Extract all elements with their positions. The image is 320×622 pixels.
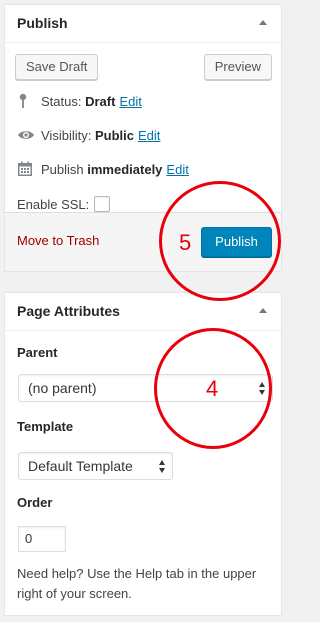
move-to-trash-link[interactable]: Move to Trash — [17, 233, 99, 248]
ssl-row: Enable SSL: — [17, 196, 111, 212]
ssl-checkbox[interactable] — [94, 196, 111, 212]
status-label: Status: — [41, 93, 82, 109]
status-row: Status: Draft Edit — [17, 93, 142, 109]
edit-visibility-link[interactable]: Edit — [138, 128, 160, 143]
major-publishing-actions: Move to Trash Publish — [5, 212, 281, 271]
collapse-arrow-icon[interactable] — [259, 308, 267, 313]
publish-box: Publish Save Draft Preview Status: Draft… — [4, 4, 282, 272]
parent-select-value: (no parent) — [28, 380, 97, 396]
template-label: Template — [17, 419, 74, 434]
edit-schedule-link[interactable]: Edit — [166, 162, 188, 177]
publish-button[interactable]: Publish — [201, 227, 272, 257]
order-input[interactable]: 0 — [18, 526, 66, 552]
page-attributes-title: Page Attributes — [17, 303, 120, 319]
collapse-arrow-icon[interactable] — [259, 20, 267, 25]
eye-icon — [17, 127, 35, 143]
preview-button[interactable]: Preview — [203, 54, 272, 80]
pin-icon — [17, 93, 35, 109]
visibility-value: Public — [94, 127, 134, 143]
order-label: Order — [17, 495, 53, 510]
page-attributes-header[interactable]: Page Attributes — [5, 293, 281, 331]
parent-select[interactable]: (no parent) — [18, 374, 273, 402]
page-attributes-box: Page Attributes Parent (no parent) Templ… — [4, 292, 282, 616]
visibility-label: Visibility: — [41, 127, 92, 143]
template-select-value: Default Template — [28, 458, 133, 474]
parent-label: Parent — [17, 345, 58, 360]
template-select[interactable]: Default Template — [18, 452, 173, 480]
calendar-icon — [17, 161, 35, 177]
publish-box-title: Publish — [17, 15, 68, 31]
select-arrows-icon — [259, 382, 266, 395]
save-draft-button[interactable]: Save Draft — [15, 54, 99, 80]
publish-box-header[interactable]: Publish — [5, 5, 281, 43]
edit-status-link[interactable]: Edit — [119, 94, 141, 109]
publish-label: Publish — [41, 161, 84, 177]
schedule-row: Publish immediately Edit — [17, 161, 189, 177]
select-arrows-icon — [159, 460, 166, 473]
help-text: Need help? Use the Help tab in the upper… — [17, 566, 257, 601]
status-value: Draft — [85, 93, 116, 109]
publish-timing-value: immediately — [87, 161, 163, 177]
ssl-label: Enable SSL: — [17, 196, 90, 212]
visibility-row: Visibility: Public Edit — [17, 127, 160, 143]
